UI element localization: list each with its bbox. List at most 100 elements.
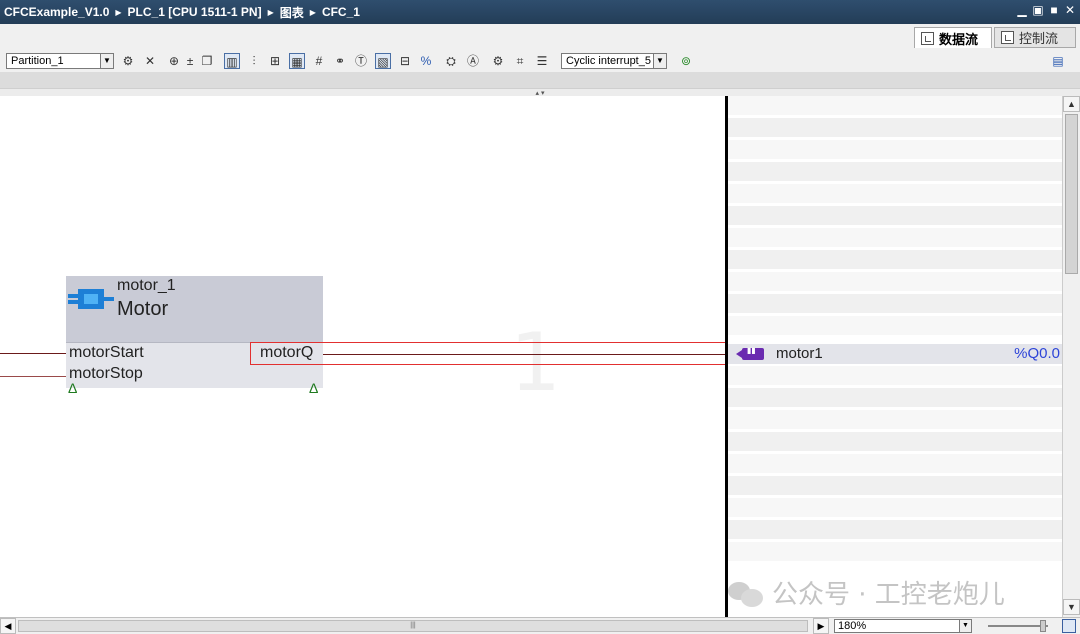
block-instance-name: motor_1 — [117, 277, 176, 294]
tab-control-flow[interactable]: 控制流 — [994, 27, 1076, 48]
sheet-bar-row — [728, 228, 1062, 248]
scroll-right-icon[interactable]: ▶ — [813, 618, 829, 634]
maximize-icon[interactable]: ■ — [1048, 3, 1060, 17]
function-block-icon — [68, 289, 114, 309]
insert-block-icon[interactable]: ⛭ — [443, 53, 459, 69]
monitor-icon[interactable]: ⊚ — [678, 53, 694, 69]
title-bar: CFCExample_V1.0 ▶ PLC_1 [CPU 1511-1 PN] … — [0, 0, 1080, 24]
sheet-bar-row — [728, 294, 1062, 314]
interconnect-icon[interactable]: ⊟ — [397, 53, 413, 69]
watermark: 公众号 · 工控老炮儿 — [728, 574, 1005, 611]
breadcrumb-project[interactable]: CFCExample_V1.0 — [4, 5, 109, 19]
sheet-bar-row — [728, 542, 1062, 562]
task-select-value: Cyclic interrupt_5 — [566, 55, 651, 67]
horizontal-scrollbar[interactable]: ◀ ||| ▶ — [0, 618, 829, 634]
partition-select[interactable]: Partition_1 ▼ — [6, 53, 114, 69]
run-sequence-icon[interactable]: ⌗ — [512, 53, 528, 69]
zoom-select[interactable]: 180% ▼ — [834, 619, 972, 633]
chevron-down-icon[interactable]: ▼ — [653, 54, 666, 68]
breadcrumb-charts[interactable]: 图表 — [280, 4, 304, 21]
task-select[interactable]: Cyclic interrupt_5 ▼ — [561, 53, 667, 69]
input-wire-start[interactable] — [0, 353, 66, 354]
wechat-logo-icon — [728, 578, 764, 608]
sheet-bar-row — [728, 476, 1062, 496]
expand-inputs-icon[interactable]: Δ — [68, 380, 77, 396]
breadcrumb-separator-icon: ▶ — [309, 7, 316, 17]
sheet-bar-row — [728, 140, 1062, 160]
tab-control-flow-label: 控制流 — [1019, 31, 1059, 46]
align-icon[interactable]: ⫶ — [246, 53, 262, 69]
zoom-slider-knob[interactable] — [1040, 620, 1046, 632]
column-view-icon[interactable]: ▥ — [224, 53, 240, 69]
sheet-bar-row — [728, 432, 1062, 452]
scroll-down-icon[interactable]: ▼ — [1063, 599, 1080, 615]
input-wire-stop[interactable] — [0, 376, 66, 377]
control-flow-icon — [1001, 31, 1014, 44]
list-icon[interactable]: ☰ — [534, 53, 550, 69]
add-partition-icon[interactable]: ⚙ — [120, 53, 136, 69]
minimize-icon[interactable]: ▁ — [1016, 3, 1028, 17]
auto-icon[interactable]: Ⓐ — [465, 53, 481, 69]
sheet-bar-row — [728, 366, 1062, 386]
breadcrumb-plc[interactable]: PLC_1 [CPU 1511-1 PN] — [128, 5, 262, 19]
tag-name[interactable]: motor1 — [776, 345, 823, 362]
hash-grid-icon[interactable]: # — [311, 53, 327, 69]
tab-data-flow[interactable]: 数据流 — [914, 27, 992, 48]
percent-icon[interactable]: % — [418, 53, 434, 69]
grid-split-icon[interactable]: ⊞ — [267, 53, 283, 69]
zoom-slider[interactable] — [988, 620, 1048, 632]
link-icon[interactable]: ⚭ — [332, 53, 348, 69]
sheet-bar-row — [728, 498, 1062, 518]
watermark-text: 公众号 · 工控老炮儿 — [772, 580, 1005, 610]
chevron-down-icon[interactable]: ▼ — [100, 54, 113, 68]
zoom-fit-icon[interactable] — [1062, 619, 1076, 633]
scroll-up-icon[interactable]: ▲ — [1063, 96, 1080, 112]
breadcrumb-separator-icon: ▶ — [267, 7, 274, 17]
scroll-left-icon[interactable]: ◀ — [0, 618, 16, 634]
input-pin-motor-start[interactable]: motorStart — [69, 344, 144, 362]
delete-icon[interactable]: ✕ — [142, 53, 158, 69]
zoom-value: 180% — [838, 620, 867, 632]
sheet-bar-row — [728, 520, 1062, 540]
sheet-bar: motor1 %Q0.0 — [728, 96, 1062, 617]
splitter-grip-icon[interactable]: ▴ ▾ — [514, 89, 566, 97]
block-icon[interactable]: ▧ — [375, 53, 391, 69]
tag-address[interactable]: %Q0.0 — [1014, 345, 1060, 362]
sheet-bar-entry[interactable]: motor1 %Q0.0 — [728, 344, 1062, 364]
sheet-bar-row — [728, 250, 1062, 270]
block-header[interactable]: motor_1 Motor — [66, 276, 323, 342]
sheet-bar-row — [728, 272, 1062, 292]
partition-select-value: Partition_1 — [11, 55, 64, 67]
sheet-bar-row — [728, 184, 1062, 204]
splitter[interactable]: ▴ ▾ — [0, 88, 1080, 97]
function-block[interactable]: motor_1 Motor motorStart motorStop motor… — [66, 276, 323, 396]
zoom-step-icon[interactable]: ± — [182, 53, 198, 69]
panel-toggle-icon[interactable]: ▤ — [1050, 53, 1066, 69]
text-field-icon[interactable]: Ⓣ — [353, 53, 369, 69]
copy-icon[interactable]: ❐ — [199, 53, 215, 69]
horizontal-scroll-thumb[interactable]: ||| — [18, 620, 808, 632]
zoom-icon[interactable]: ⊕ — [166, 53, 182, 69]
vertical-scroll-thumb[interactable] — [1065, 114, 1078, 274]
settings-icon[interactable]: ⚙ — [490, 53, 506, 69]
breadcrumb-separator-icon: ▶ — [115, 7, 122, 17]
sheet-bar-row — [728, 388, 1062, 408]
sheet-bar-row — [728, 118, 1062, 138]
window-controls: ▁ ▣ ■ ✕ — [1016, 3, 1076, 17]
sheet-bar-row — [728, 206, 1062, 226]
expand-outputs-icon[interactable]: Δ — [309, 380, 318, 396]
restore-icon[interactable]: ▣ — [1032, 3, 1044, 17]
close-icon[interactable]: ✕ — [1064, 3, 1076, 17]
chevron-down-icon[interactable]: ▼ — [959, 620, 971, 632]
grid-dots-icon[interactable]: ▦ — [289, 53, 305, 69]
breadcrumb-chart[interactable]: CFC_1 — [322, 5, 360, 19]
breadcrumb: CFCExample_V1.0 ▶ PLC_1 [CPU 1511-1 PN] … — [0, 4, 360, 21]
tab-data-flow-label: 数据流 — [939, 31, 979, 47]
input-pin-motor-stop[interactable]: motorStop — [69, 365, 143, 383]
sheet-bar-row — [728, 96, 1062, 116]
output-tag-icon — [736, 346, 764, 360]
toolbar-strip — [0, 72, 1080, 88]
sheet-bar-row — [728, 454, 1062, 474]
vertical-scrollbar[interactable]: ▲ ▼ — [1062, 96, 1080, 617]
block-type-name: Motor — [117, 298, 169, 320]
